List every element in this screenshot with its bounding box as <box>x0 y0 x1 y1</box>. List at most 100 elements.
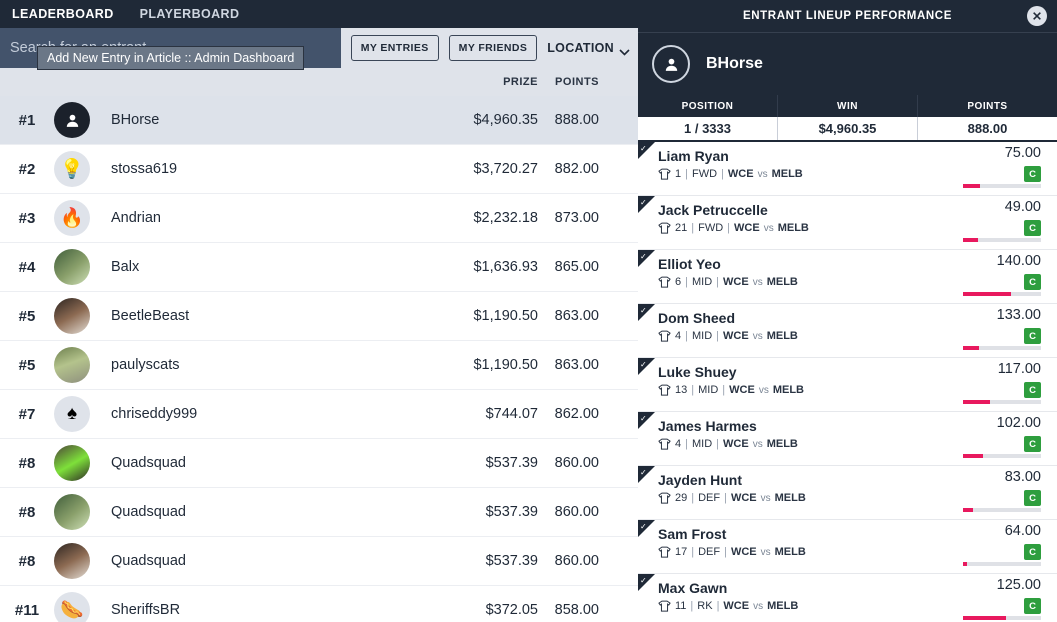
list-item[interactable]: ✓ Liam Ryan 1 | FWD | WCE vs MELB 75.00 C <box>638 142 1057 196</box>
home-team: WCE <box>729 384 755 396</box>
person-icon <box>54 102 90 138</box>
selected-corner-icon: ✓ <box>638 196 655 213</box>
jersey-number: 13 <box>675 384 688 396</box>
table-row[interactable]: #8 Quadsquad $537.39 860.00 <box>0 537 638 586</box>
points-value: 858.00 <box>554 602 599 618</box>
vs-label: vs <box>758 384 769 396</box>
jersey-number: 21 <box>675 222 688 234</box>
list-item[interactable]: ✓ Sam Frost 17 | DEF | WCE vs MELB 64.00 C <box>638 520 1057 574</box>
leaderboard-toolbar: MY ENTRIES MY FRIENDS LOCATION <box>340 28 638 68</box>
stat-header-win: WIN <box>777 95 917 117</box>
location-dropdown[interactable]: LOCATION <box>547 41 630 56</box>
entrant-name: BeetleBeast <box>111 308 190 324</box>
stats-value-row: 1 / 3333 $4,960.35 888.00 <box>638 117 1057 142</box>
status-badge: C <box>1024 220 1041 236</box>
tooltip: Add New Entry in Article :: Admin Dashbo… <box>37 46 305 70</box>
player-meta: 4 | MID | WCE vs MELB <box>658 438 798 450</box>
avatar <box>54 445 90 481</box>
tab-leaderboard[interactable]: LEADERBOARD <box>12 0 114 28</box>
close-icon[interactable] <box>1027 6 1047 26</box>
points-value: 863.00 <box>554 308 599 324</box>
player-score: 83.00 <box>1004 469 1041 485</box>
hotdog-icon: 🌭 <box>54 592 90 622</box>
jersey-icon <box>658 330 671 342</box>
points-value: 865.00 <box>554 259 599 275</box>
list-item[interactable]: ✓ Jayden Hunt 29 | DEF | WCE vs MELB 83.00 C <box>638 466 1057 520</box>
prize-value: $744.07 <box>485 406 538 422</box>
table-row[interactable]: #5 BeetleBeast $1,190.50 863.00 <box>0 292 638 341</box>
jersey-icon <box>658 492 671 504</box>
points-value: 863.00 <box>554 357 599 373</box>
player-name: Dom Sheed <box>658 310 736 326</box>
avatar <box>652 45 690 83</box>
player-name: Sam Frost <box>658 526 727 542</box>
jersey-number: 1 <box>675 168 682 180</box>
stat-header-points: POINTS <box>917 95 1057 117</box>
entrant-name: Quadsquad <box>111 504 186 520</box>
selected-corner-icon: ✓ <box>638 520 655 537</box>
player-position: MID <box>691 330 713 342</box>
tab-playerboard[interactable]: PLAYERBOARD <box>140 0 240 28</box>
table-row[interactable]: #5 paulyscats $1,190.50 863.00 <box>0 341 638 390</box>
home-team: WCE <box>730 492 757 504</box>
leaderboard-panel: LEADERBOARD PLAYERBOARD Search for an en… <box>0 0 638 622</box>
jersey-icon <box>658 222 671 234</box>
prize-value: $1,190.50 <box>473 357 538 373</box>
table-row[interactable]: #4 Balx $1,636.93 865.00 <box>0 243 638 292</box>
home-team: WCE <box>723 600 750 612</box>
player-name: Luke Shuey <box>658 364 737 380</box>
selected-corner-icon: ✓ <box>638 250 655 267</box>
avatar <box>54 298 90 334</box>
player-meta: 13 | MID | WCE vs MELB <box>658 384 804 396</box>
player-position: MID <box>698 384 719 396</box>
table-row[interactable]: #7 ♠ chriseddy999 $744.07 862.00 <box>0 390 638 439</box>
status-badge: C <box>1024 382 1041 398</box>
jersey-number: 6 <box>675 276 682 288</box>
home-team: WCE <box>727 168 754 180</box>
top-nav: LEADERBOARD PLAYERBOARD <box>0 0 638 28</box>
list-item[interactable]: ✓ Luke Shuey 13 | MID | WCE vs MELB 117.00 C <box>638 358 1057 412</box>
my-entries-button[interactable]: MY ENTRIES <box>350 35 439 61</box>
points-value: 873.00 <box>554 210 599 226</box>
jersey-number: 17 <box>675 546 688 558</box>
away-team: MELB <box>766 438 798 450</box>
status-badge: C <box>1024 598 1041 614</box>
player-score: 125.00 <box>996 577 1041 593</box>
entrant-name: Andrian <box>111 210 161 226</box>
list-item[interactable]: ✓ Jack Petruccelle 21 | FWD | WCE vs MELB 49.00 C <box>638 196 1057 250</box>
entrant-lineup-panel: ENTRANT LINEUP PERFORMANCE BHorse POSITI… <box>638 0 1057 622</box>
score-progress-bar <box>963 238 1041 242</box>
my-friends-button[interactable]: MY FRIENDS <box>448 35 538 61</box>
table-row[interactable]: #1 BHorse $4,960.35 888.00 <box>0 96 638 145</box>
stat-value-win: $4,960.35 <box>777 117 917 140</box>
player-position: DEF <box>698 546 721 558</box>
jersey-icon <box>658 600 671 612</box>
selected-corner-icon: ✓ <box>638 142 655 159</box>
list-item[interactable]: ✓ Elliot Yeo 6 | MID | WCE vs MELB 140.00 C <box>638 250 1057 304</box>
jersey-icon <box>658 168 671 180</box>
prize-value: $3,720.27 <box>473 161 538 177</box>
jersey-number: 4 <box>675 330 682 342</box>
column-headers: PRIZE POINTS <box>0 68 638 96</box>
fire-icon: 🔥 <box>54 200 90 236</box>
status-badge: C <box>1024 490 1041 506</box>
score-progress-bar <box>963 562 1041 566</box>
entrant-name: BHorse <box>111 112 160 128</box>
table-row[interactable]: #8 Quadsquad $537.39 860.00 <box>0 488 638 537</box>
player-position: DEF <box>698 492 721 504</box>
table-row[interactable]: #11 🌭 SheriffsBR $372.05 858.00 <box>0 586 638 622</box>
table-row[interactable]: #8 Quadsquad $537.39 860.00 <box>0 439 638 488</box>
entrant-name: Quadsquad <box>111 455 186 471</box>
selected-corner-icon: ✓ <box>638 574 655 591</box>
player-position: RK <box>697 600 713 612</box>
list-item[interactable]: ✓ Dom Sheed 4 | MID | WCE vs MELB 133.00 C <box>638 304 1057 358</box>
score-progress-bar <box>963 454 1041 458</box>
jersey-icon <box>658 546 671 558</box>
player-meta: 17 | DEF | WCE vs MELB <box>658 546 806 558</box>
table-row[interactable]: #2 💡 stossa619 $3,720.27 882.00 <box>0 145 638 194</box>
list-item[interactable]: ✓ Max Gawn 11 | RK | WCE vs MELB 125.00 C <box>638 574 1057 622</box>
away-team: MELB <box>771 168 803 180</box>
list-item[interactable]: ✓ James Harmes 4 | MID | WCE vs MELB 102.00 C <box>638 412 1057 466</box>
table-row[interactable]: #3 🔥 Andrian $2,232.18 873.00 <box>0 194 638 243</box>
entrant-name: BHorse <box>706 55 763 72</box>
